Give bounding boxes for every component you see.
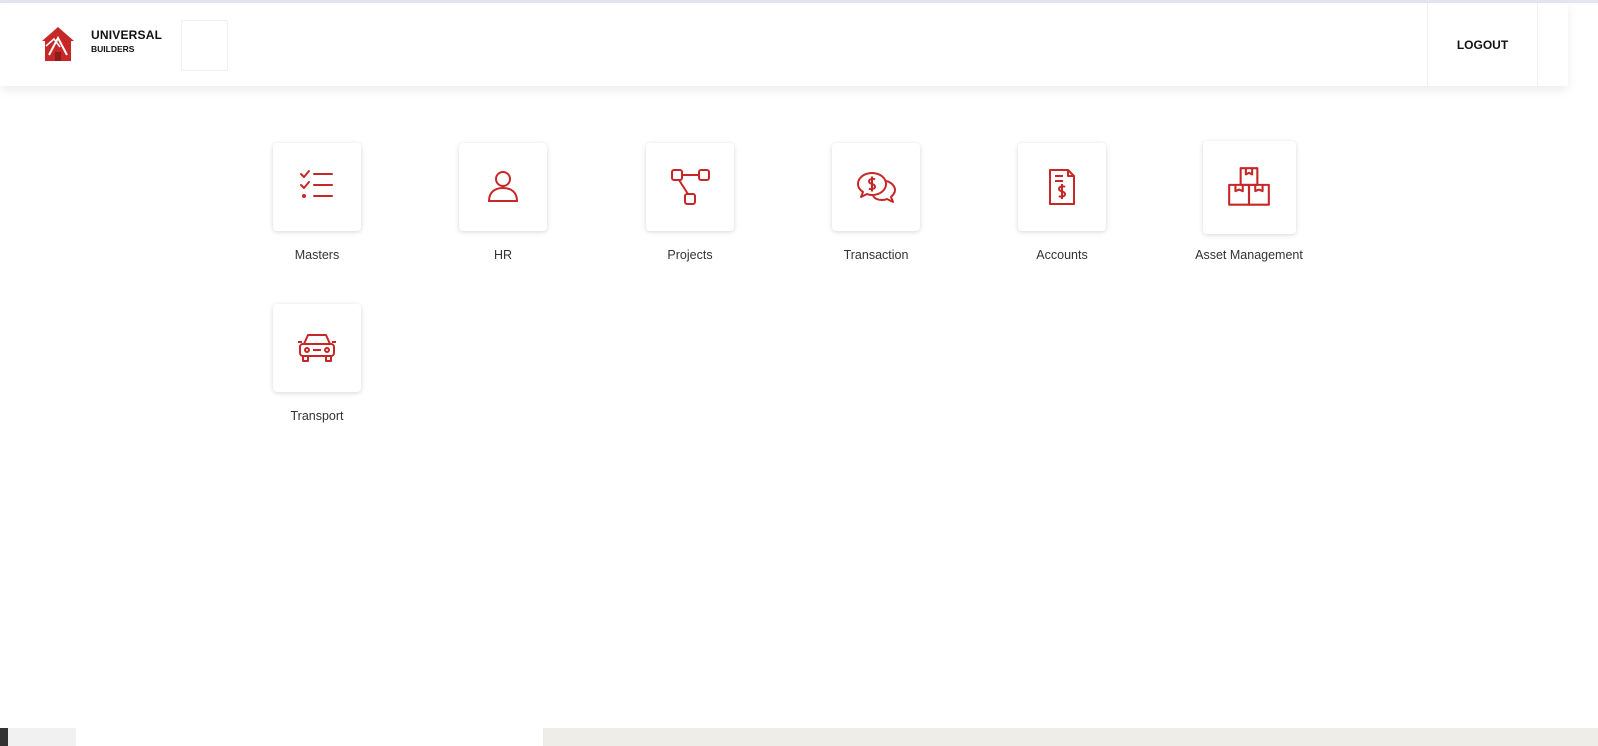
taskbar-segment: [543, 728, 1598, 746]
module-icon-box[interactable]: [646, 143, 734, 231]
brand-name: UNIVERSAL BUILDERS: [91, 29, 162, 54]
flowchart-icon: [671, 169, 710, 205]
module-icon-box[interactable]: [459, 143, 547, 231]
header-placeholder-box: [181, 20, 228, 71]
module-tile-masters[interactable]: Masters: [242, 143, 392, 262]
chat-dollar-icon: [857, 172, 896, 203]
module-label: Transaction: [843, 248, 909, 262]
bottom-taskbar-strip: [0, 728, 1598, 746]
module-icon-box[interactable]: [1018, 143, 1106, 231]
module-tile-hr[interactable]: HR: [428, 143, 578, 262]
brand-title: UNIVERSAL: [91, 28, 163, 42]
module-icon-box[interactable]: [273, 143, 361, 231]
module-tile-transaction[interactable]: Transaction: [801, 143, 951, 262]
module-label: Asset Management: [1195, 248, 1303, 262]
brand-subtitle: BUILDERS: [91, 44, 135, 54]
module-label: Accounts: [1036, 248, 1088, 262]
app-header: UNIVERSAL BUILDERS LOGOUT: [0, 3, 1568, 86]
boxes-icon: [1228, 166, 1270, 206]
taskbar-segment: [0, 728, 8, 746]
logout-button[interactable]: LOGOUT: [1427, 3, 1538, 86]
module-icon-box[interactable]: [273, 304, 361, 392]
module-label: Transport: [290, 409, 344, 423]
module-icon-box[interactable]: [832, 143, 920, 231]
module-icon-box[interactable]: [1202, 141, 1296, 234]
user-icon: [487, 171, 519, 202]
module-tile-transport[interactable]: Transport: [242, 304, 392, 423]
module-tile-asset-management[interactable]: Asset Management: [1174, 141, 1324, 262]
checklist-icon: [300, 170, 333, 198]
module-label: Masters: [294, 248, 340, 262]
taskbar-segment: [8, 728, 76, 746]
module-label: HR: [493, 248, 513, 262]
module-label: Projects: [667, 248, 713, 262]
car-icon: [298, 334, 336, 362]
module-tile-accounts[interactable]: Accounts: [987, 143, 1137, 262]
invoice-dollar-icon: [1049, 169, 1075, 205]
module-tile-projects[interactable]: Projects: [615, 143, 765, 262]
company-logo-icon[interactable]: [40, 25, 76, 63]
